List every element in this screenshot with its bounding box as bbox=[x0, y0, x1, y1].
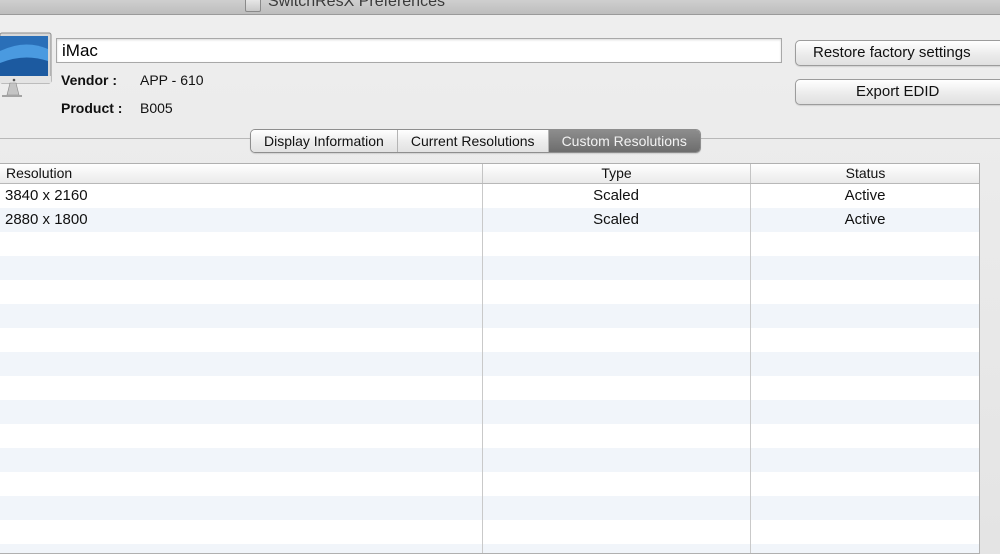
vendor-value: APP - 610 bbox=[140, 72, 204, 88]
product-label: Product : bbox=[61, 100, 123, 116]
table-body: 3840 x 2160 Scaled Active 2880 x 1800 Sc… bbox=[0, 184, 979, 553]
imac-icon bbox=[0, 32, 52, 97]
status-cell: Active bbox=[844, 211, 886, 228]
empty-row bbox=[0, 400, 979, 424]
empty-row bbox=[0, 304, 979, 328]
table-row[interactable]: 2880 x 1800 Scaled Active bbox=[0, 208, 979, 232]
vendor-label: Vendor : bbox=[61, 72, 118, 88]
empty-row bbox=[0, 376, 979, 400]
column-header-status[interactable]: Status bbox=[750, 164, 979, 183]
resolution-cell: 3840 x 2160 bbox=[5, 187, 88, 204]
export-edid-button[interactable]: Export EDID bbox=[795, 79, 1000, 105]
empty-row bbox=[0, 352, 979, 376]
tab-display-information[interactable]: Display Information bbox=[251, 130, 398, 152]
title-bar: SwitchResX Preferences bbox=[0, 0, 1000, 15]
column-header-resolution[interactable]: Resolution bbox=[0, 164, 482, 183]
product-value: B005 bbox=[140, 100, 173, 116]
empty-row bbox=[0, 328, 979, 352]
type-cell: Scaled bbox=[593, 211, 639, 228]
switchresx-app-icon bbox=[245, 0, 261, 12]
table-header: Resolution Type Status bbox=[0, 164, 979, 184]
display-name-field[interactable]: iMac bbox=[56, 38, 782, 63]
window-title: SwitchResX Preferences bbox=[268, 0, 445, 10]
empty-row bbox=[0, 424, 979, 448]
empty-row bbox=[0, 280, 979, 304]
empty-row bbox=[0, 448, 979, 472]
column-divider bbox=[750, 184, 751, 553]
status-cell: Active bbox=[844, 187, 886, 204]
tab-bar: Display Information Current Resolutions … bbox=[250, 129, 701, 153]
tab-custom-resolutions[interactable]: Custom Resolutions bbox=[548, 130, 700, 152]
empty-row bbox=[0, 232, 979, 256]
type-cell: Scaled bbox=[593, 187, 639, 204]
restore-factory-settings-button[interactable]: Restore factory settings bbox=[795, 40, 1000, 66]
column-header-type[interactable]: Type bbox=[482, 164, 750, 183]
custom-resolutions-table: Resolution Type Status 3840 x 2160 Scale… bbox=[0, 163, 980, 554]
tab-current-resolutions[interactable]: Current Resolutions bbox=[397, 130, 549, 152]
empty-row bbox=[0, 256, 979, 280]
empty-row bbox=[0, 520, 979, 544]
empty-row bbox=[0, 544, 979, 553]
table-row[interactable]: 3840 x 2160 Scaled Active bbox=[0, 184, 979, 208]
empty-row bbox=[0, 472, 979, 496]
column-divider bbox=[482, 184, 483, 553]
empty-row bbox=[0, 496, 979, 520]
resolution-cell: 2880 x 1800 bbox=[5, 211, 88, 228]
